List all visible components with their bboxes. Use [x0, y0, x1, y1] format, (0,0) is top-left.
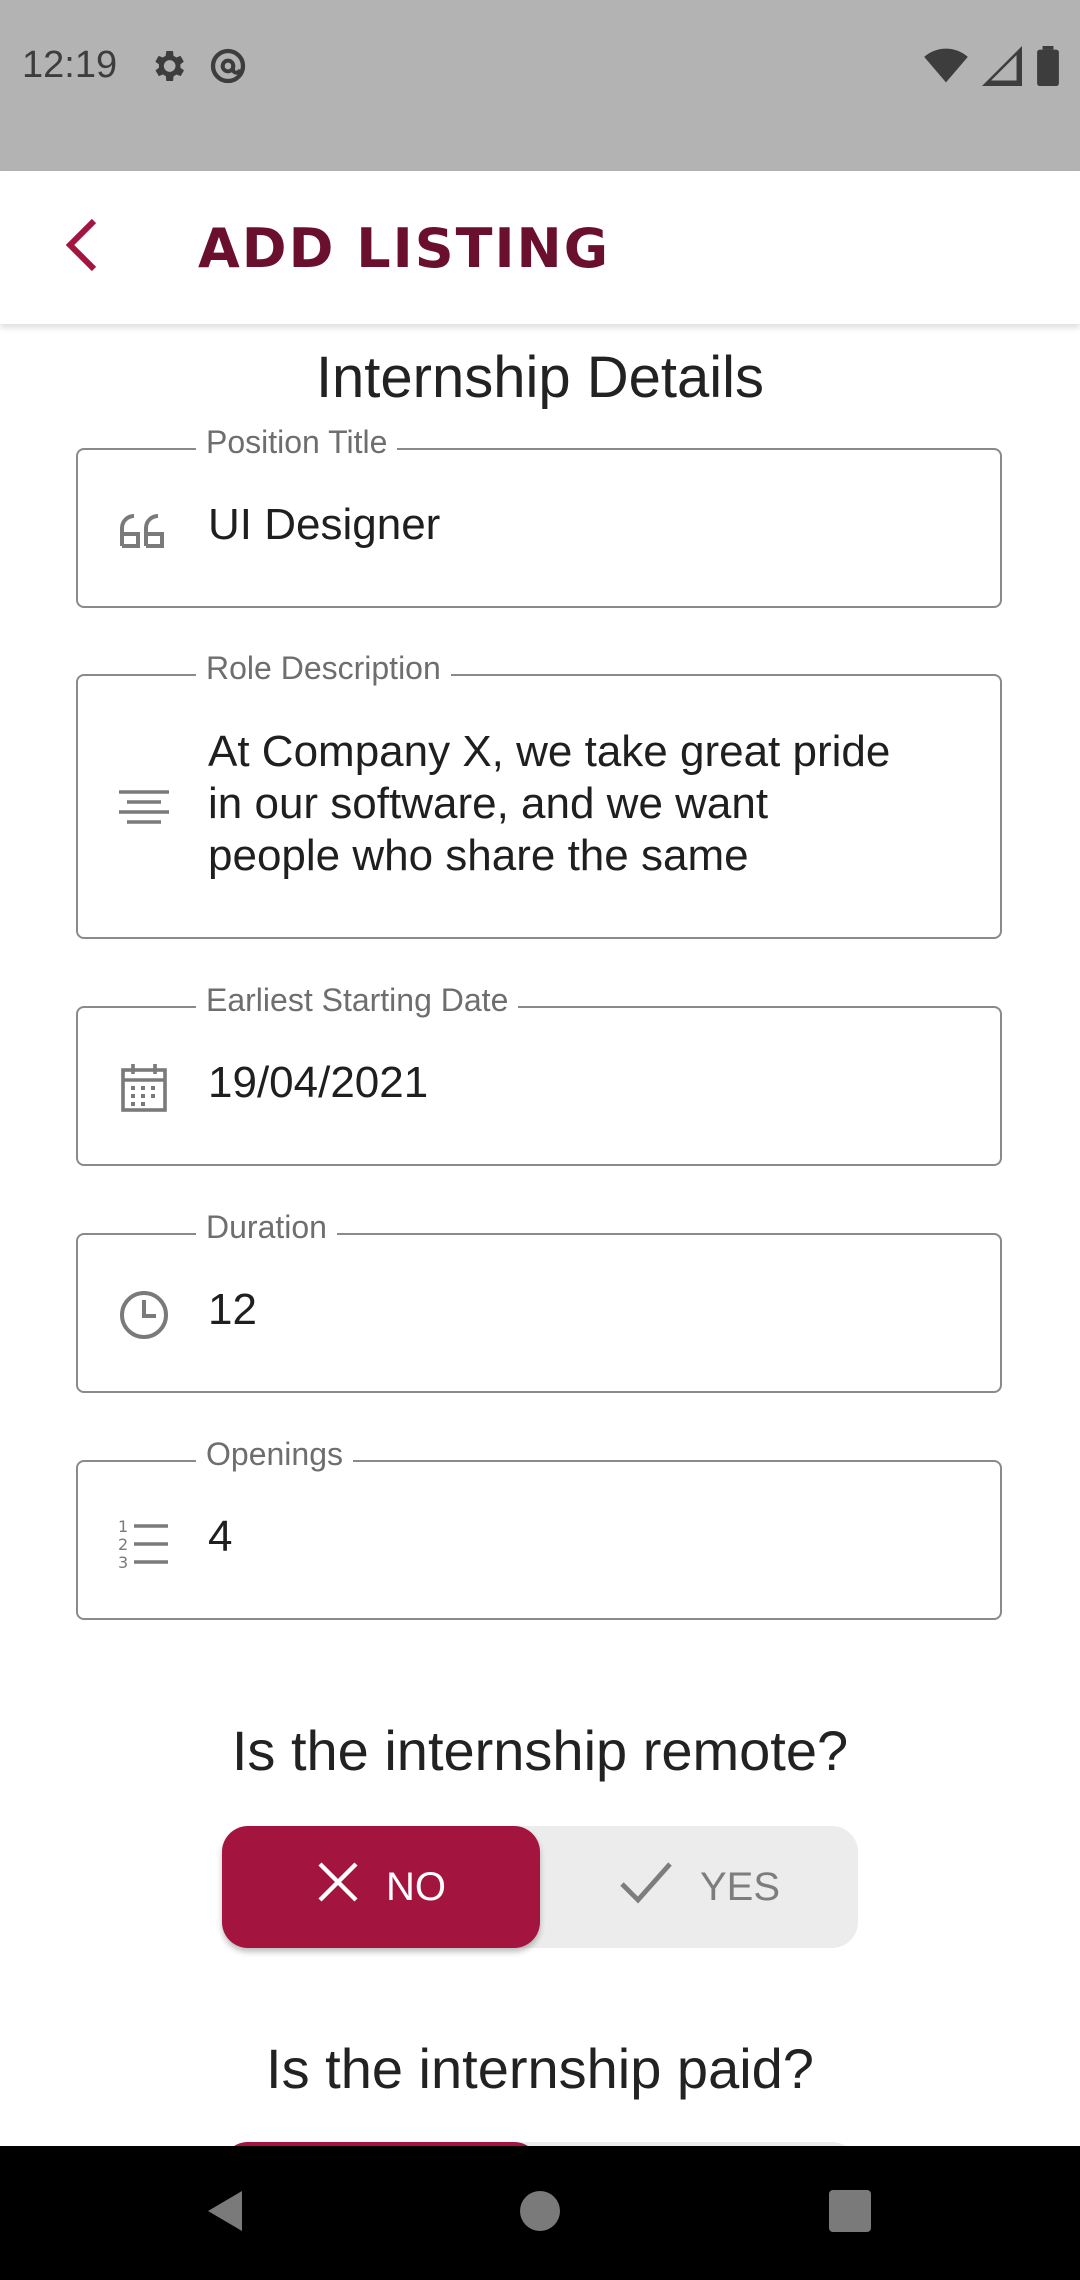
remote-yes-option[interactable]: YES: [540, 1826, 858, 1948]
remote-no-label: NO: [386, 1864, 446, 1909]
svg-text:3: 3: [118, 1553, 128, 1568]
chevron-left-icon: [62, 215, 102, 280]
signal-icon: [982, 46, 1022, 91]
svg-text:2: 2: [118, 1535, 128, 1554]
openings-field[interactable]: Openings 123 4: [76, 1436, 1002, 1620]
paid-question: Is the internship paid?: [266, 2037, 814, 2100]
position-title-value[interactable]: UI Designer: [208, 500, 440, 550]
numbered-list-icon: 123: [116, 1514, 172, 1570]
position-title-label: Position Title: [196, 424, 398, 461]
home-circle-icon: [518, 2189, 562, 2238]
clock-icon: [116, 1287, 172, 1343]
nav-home-button[interactable]: [506, 2179, 574, 2247]
section-title: Internship Details: [315, 345, 765, 410]
at-sign-icon: [208, 46, 248, 86]
app-bar: ADD LISTING: [0, 171, 1080, 324]
role-description-field[interactable]: Role Description At Company X, we take g…: [76, 650, 1002, 939]
remote-toggle[interactable]: NO YES: [222, 1826, 858, 1948]
settings-icon: [148, 46, 188, 86]
start-date-field[interactable]: Earliest Starting Date 19/04/2021: [76, 982, 1002, 1166]
remote-question: Is the internship remote?: [231, 1719, 849, 1782]
status-right-icons: [924, 46, 1060, 91]
screen: 12:19 ADD LISTING Internship Details Pos…: [0, 0, 1080, 2280]
openings-label: Openings: [196, 1436, 353, 1473]
remote-no-option[interactable]: NO: [222, 1826, 540, 1948]
duration-field[interactable]: Duration 12: [76, 1209, 1002, 1393]
form-content[interactable]: Internship Details Position Title UI Des…: [0, 324, 1080, 2146]
back-button[interactable]: [42, 207, 122, 287]
status-time: 12:19: [22, 44, 118, 86]
battery-icon: [1036, 46, 1060, 91]
quote-icon: [116, 502, 172, 558]
nav-recents-button[interactable]: [816, 2179, 884, 2247]
openings-value[interactable]: 4: [208, 1512, 232, 1562]
role-description-line: At Company X, we take great pride: [208, 727, 891, 776]
duration-value[interactable]: 12: [208, 1285, 257, 1335]
position-title-field[interactable]: Position Title UI Designer: [76, 424, 1002, 608]
remote-yes-label: YES: [699, 1864, 781, 1909]
check-icon: [618, 1860, 674, 1914]
role-description-line: people who share the same: [208, 831, 749, 880]
role-description-label: Role Description: [196, 650, 451, 687]
role-description-line: in our software, and we want: [208, 779, 769, 828]
page-title: ADD LISTING: [198, 217, 611, 280]
start-date-value[interactable]: 19/04/2021: [208, 1058, 428, 1108]
close-icon: [316, 1860, 360, 1914]
start-date-label: Earliest Starting Date: [196, 982, 519, 1019]
svg-text:1: 1: [118, 1517, 128, 1536]
role-description-value[interactable]: At Company X, we take great pride in our…: [208, 726, 948, 882]
status-bar: 12:19: [0, 0, 1080, 171]
back-triangle-icon: [202, 2187, 250, 2240]
duration-label: Duration: [196, 1209, 337, 1246]
system-nav-bar: [0, 2146, 1080, 2280]
recents-square-icon: [829, 2189, 871, 2237]
wifi-icon: [924, 46, 968, 91]
nav-back-button[interactable]: [192, 2179, 260, 2247]
calendar-icon: [116, 1060, 172, 1116]
text-align-icon: [116, 780, 172, 836]
